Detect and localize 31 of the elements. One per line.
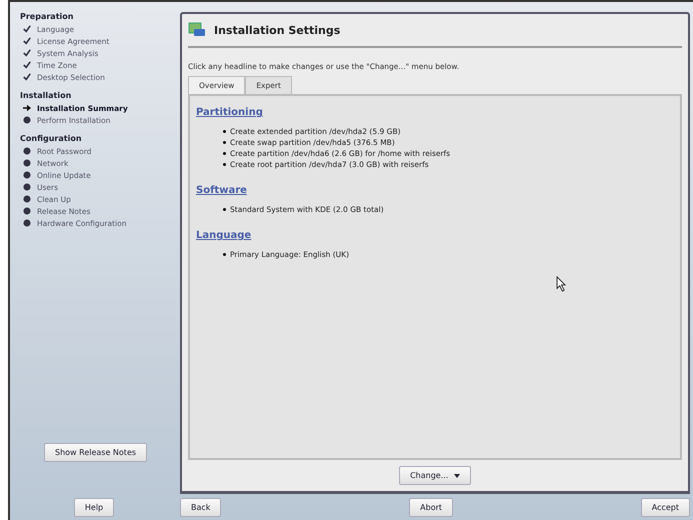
- section-link[interactable]: Software: [196, 185, 247, 196]
- bullet-icon: [23, 183, 31, 191]
- bullet-icon: [23, 195, 31, 203]
- panel-title: Installation Settings: [214, 24, 340, 36]
- monitor-icon: [188, 22, 206, 38]
- section-title: Installation: [20, 91, 72, 100]
- arrow-icon: [23, 104, 31, 112]
- bullet-icon: [23, 116, 31, 124]
- section-link[interactable]: Partitioning: [196, 107, 263, 118]
- bullet-icon: [23, 207, 31, 215]
- bullet-icon: [223, 208, 226, 211]
- bullet-icon: [23, 171, 31, 179]
- bullet-icon: [23, 147, 31, 155]
- bullet-icon: [23, 219, 31, 227]
- bullet-icon: [223, 163, 226, 166]
- section-link[interactable]: Language: [196, 230, 252, 241]
- release-notes-button[interactable]: Show Release Notes: [44, 443, 148, 462]
- mouse-pointer-icon: [556, 276, 567, 292]
- section-title: Preparation: [20, 12, 74, 21]
- back-button[interactable]: Back: [180, 498, 222, 516]
- bullet-icon: [223, 152, 226, 155]
- change-button[interactable]: Change...: [399, 466, 471, 485]
- help-button[interactable]: Help: [74, 498, 114, 516]
- bullet-icon: [223, 130, 226, 133]
- abort-button[interactable]: Abort: [409, 498, 454, 516]
- bullet-icon: [223, 141, 226, 144]
- bullet-icon: [23, 159, 31, 167]
- section-title: Configuration: [20, 134, 83, 143]
- accept-button[interactable]: Accept: [640, 498, 690, 516]
- bullet-icon: [223, 253, 226, 256]
- caret-icon: [454, 474, 460, 478]
